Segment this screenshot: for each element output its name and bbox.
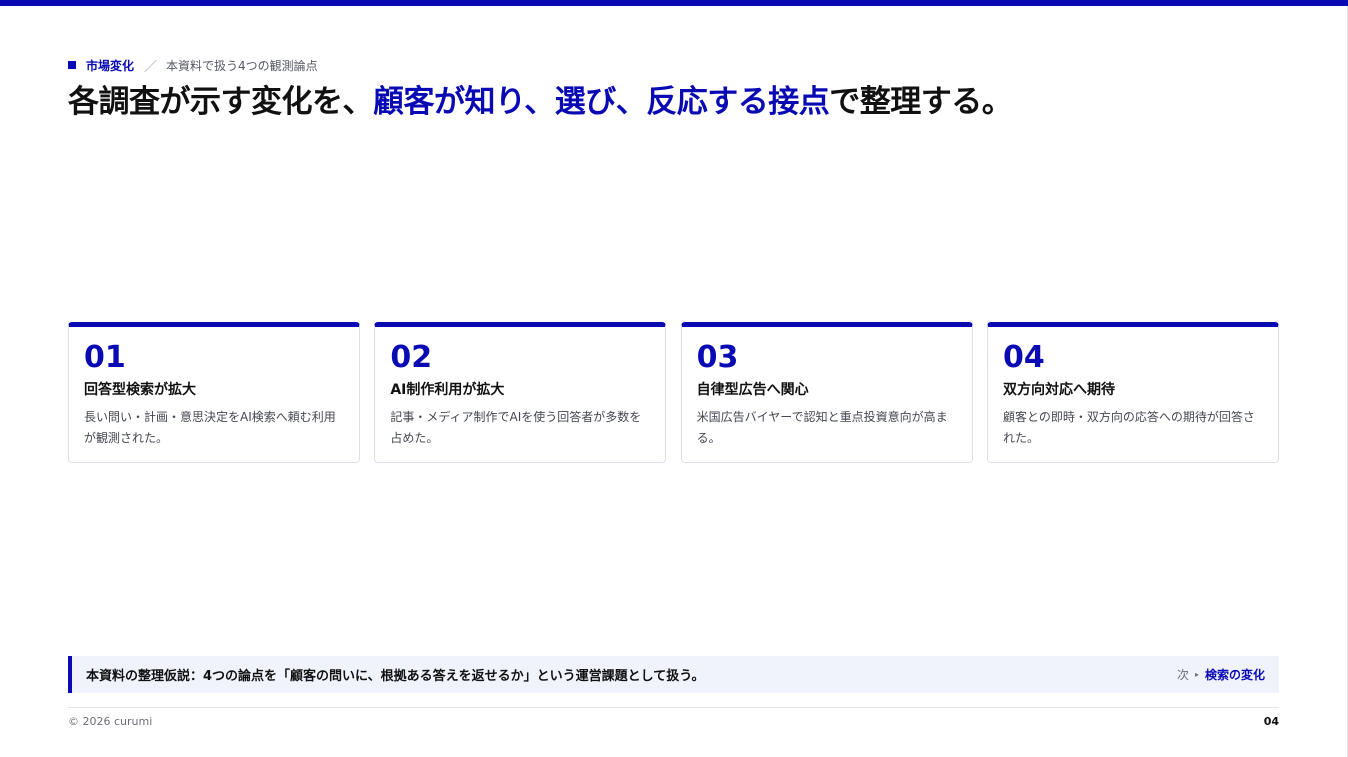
card-title: AI制作利用が拡大 — [390, 382, 505, 398]
title-text-accent: 顧客が知り、選び、反応する接点 — [373, 84, 830, 120]
card-description: 顧客との即時・双方向の応答への期待が回答された。 — [1002, 410, 1255, 445]
breadcrumb-separator: ／ — [144, 59, 158, 75]
topic-card: 01 回答型検索が拡大 長い問い・計画・意思決定をAI検索へ頼む利用が観測された… — [68, 322, 360, 463]
card-description: 記事・メディア制作でAIを使う回答者が多数を占めた。 — [390, 410, 642, 445]
next-topic: 検索の変化 — [1204, 668, 1265, 682]
card-number: 02 — [390, 340, 433, 375]
topic-cards: 01 回答型検索が拡大 長い問い・計画・意思決定をAI検索へ頼む利用が観測された… — [68, 322, 1279, 463]
card-title: 自律型広告へ関心 — [696, 382, 809, 398]
top-accent-bar — [0, 0, 1348, 6]
next-section-link[interactable]: 次 ▸ 検索の変化 — [1177, 666, 1265, 683]
title-text-after: で整理する。 — [829, 84, 1013, 120]
card-title: 双方向対応へ期待 — [1002, 382, 1115, 398]
topic-card: 02 AI制作利用が拡大 記事・メディア制作でAIを使う回答者が多数を占めた。 — [374, 322, 667, 463]
card-description: 米国広告バイヤーで認知と重点投資意向が高まる。 — [696, 410, 948, 445]
topic-card: 03 自律型広告へ関心 米国広告バイヤーで認知と重点投資意向が高まる。 — [680, 322, 973, 463]
page-number: 04 — [1263, 715, 1279, 728]
breadcrumb: 市場変化 ／ 本資料で扱う4つの観測論点 — [68, 56, 318, 75]
footer-divider — [68, 707, 1279, 708]
card-number: 01 — [84, 340, 126, 375]
card-description: 長い問い・計画・意思決定をAI検索へ頼む利用が観測された。 — [84, 410, 336, 445]
card-title: 回答型検索が拡大 — [84, 382, 196, 398]
card-number: 03 — [696, 340, 739, 375]
section-label: 市場変化 — [86, 58, 135, 73]
page-title: 各調査が示す変化を、顧客が知り、選び、反応する接点で整理する。 — [68, 82, 1013, 122]
triangle-right-icon: ▸ — [1194, 670, 1199, 679]
square-bullet-icon — [68, 61, 76, 69]
hypothesis-statement: 本資料の整理仮説：4つの論点を「顧客の問いに、根拠ある答えを返せるか」という運営… — [86, 669, 705, 684]
hypothesis-callout: 本資料の整理仮説：4つの論点を「顧客の問いに、根拠ある答えを返せるか」という運営… — [68, 656, 1279, 693]
title-text-before: 各調査が示す変化を、 — [68, 84, 374, 120]
copyright: © 2026 curumi — [68, 715, 153, 728]
card-number: 04 — [1002, 340, 1045, 375]
next-label: 次 — [1176, 668, 1189, 682]
section-subtitle: 本資料で扱う4つの観測論点 — [166, 58, 318, 73]
topic-card: 04 双方向対応へ期待 顧客との即時・双方向の応答への期待が回答された。 — [986, 322, 1279, 463]
